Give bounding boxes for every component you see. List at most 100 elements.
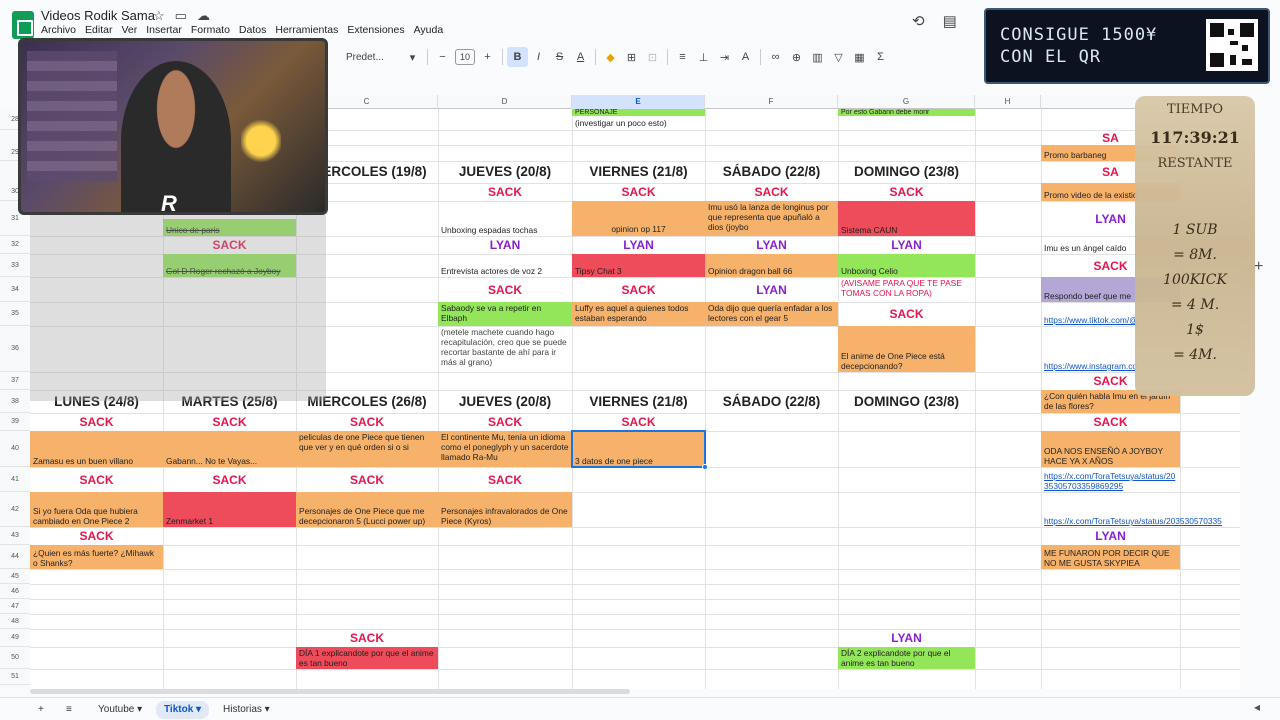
day-header-viernes-2[interactable]: VIERNES (21/8) bbox=[572, 390, 705, 413]
menu-insertar[interactable]: Insertar bbox=[146, 24, 182, 36]
cell-a40[interactable]: Zamasu es un buen villano bbox=[30, 431, 163, 467]
add-icon[interactable]: + bbox=[1254, 258, 1263, 276]
row-header[interactable]: 34 bbox=[0, 277, 30, 302]
cell-a41[interactable]: SACK bbox=[30, 467, 163, 492]
filter-views-icon[interactable]: ▦ bbox=[849, 47, 870, 67]
row-header[interactable]: 45 bbox=[0, 569, 30, 584]
day-header-jueves[interactable]: JUEVES (20/8) bbox=[438, 161, 572, 183]
cell-f30[interactable]: SACK bbox=[705, 183, 838, 201]
font-size-decrease-button[interactable]: − bbox=[432, 47, 453, 67]
cell-c39[interactable]: SACK bbox=[296, 413, 438, 431]
column-header-g[interactable]: G bbox=[838, 95, 975, 109]
cell-g28[interactable]: Por esto Gabann debe morir bbox=[838, 109, 975, 116]
all-sheets-button[interactable]: ≡ bbox=[58, 701, 80, 719]
row-header[interactable]: 35 bbox=[0, 302, 30, 326]
menu-datos[interactable]: Datos bbox=[239, 24, 266, 36]
strikethrough-icon[interactable]: S bbox=[549, 47, 570, 67]
cloud-icon[interactable]: ☁ bbox=[197, 8, 210, 24]
cell-d30[interactable]: SACK bbox=[438, 183, 572, 201]
add-sheet-button[interactable]: + bbox=[30, 701, 52, 719]
tab-historias[interactable]: Historias ▾ bbox=[215, 701, 278, 719]
row-header[interactable]: 38 bbox=[0, 390, 30, 413]
cell-c42[interactable]: Personajes de One Piece que me decepcion… bbox=[296, 492, 438, 527]
cell-i41-link[interactable]: https://x.com/ToraTetsuya/status/2035305… bbox=[1041, 467, 1180, 492]
fill-handle[interactable] bbox=[702, 464, 708, 470]
row-header[interactable]: 51 bbox=[0, 669, 30, 685]
explore-icon[interactable]: ◂ bbox=[1254, 700, 1260, 714]
insert-comment-icon[interactable]: ⊕ bbox=[786, 47, 807, 67]
cell-e31[interactable]: opinion op 117 bbox=[572, 201, 705, 236]
cell-e28-note[interactable]: (investigar un poco esto) bbox=[572, 117, 705, 130]
cell-d39[interactable]: SACK bbox=[438, 413, 572, 431]
cell-b41[interactable]: SACK bbox=[163, 467, 296, 492]
menu-archivo[interactable]: Archivo bbox=[41, 24, 76, 36]
cell-f31[interactable]: Imu usó la lanza de longinus por que rep… bbox=[705, 201, 838, 236]
cell-g33[interactable]: Unboxing Celio bbox=[838, 254, 975, 277]
history-icon[interactable]: ⟲ bbox=[912, 12, 925, 30]
link-icon[interactable]: ∞ bbox=[765, 47, 786, 67]
menu-extensiones[interactable]: Extensiones bbox=[347, 24, 404, 36]
chevron-down-icon[interactable]: ▾ bbox=[402, 47, 423, 67]
cell-i43[interactable]: LYAN bbox=[1041, 527, 1180, 545]
cell-d33[interactable]: Entrevista actores de voz 2 bbox=[438, 254, 572, 277]
row-header[interactable]: 46 bbox=[0, 584, 30, 599]
column-header-h[interactable]: H bbox=[975, 95, 1041, 109]
vertical-align-icon[interactable]: ⊥ bbox=[693, 47, 714, 67]
sheets-logo-icon[interactable] bbox=[12, 11, 34, 39]
insert-chart-icon[interactable]: ▥ bbox=[807, 47, 828, 67]
row-header[interactable]: 36 bbox=[0, 326, 30, 372]
functions-icon[interactable]: Σ bbox=[870, 47, 891, 67]
column-header-f[interactable]: F bbox=[705, 95, 838, 109]
bold-icon[interactable]: B bbox=[507, 47, 528, 67]
cell-g30[interactable]: SACK bbox=[838, 183, 975, 201]
cell-e35[interactable]: Luffy es aquel a quienes todos estaban e… bbox=[572, 302, 705, 326]
cell-d40[interactable]: El continente Mu, tenía un idioma como e… bbox=[438, 431, 572, 467]
comment-icon[interactable]: ▤ bbox=[943, 12, 957, 30]
row-header[interactable]: 50 bbox=[0, 647, 30, 669]
cell-f33[interactable]: Opinion dragon ball 66 bbox=[705, 254, 838, 277]
cell-e34[interactable]: SACK bbox=[572, 277, 705, 302]
column-header-d[interactable]: D bbox=[438, 95, 572, 109]
cell-g36[interactable]: El anime de One Piece está decepcionando… bbox=[838, 326, 975, 372]
menu-ayuda[interactable]: Ayuda bbox=[414, 24, 444, 36]
cell-a39[interactable]: SACK bbox=[30, 413, 163, 431]
folder-icon[interactable]: ▭ bbox=[175, 8, 187, 24]
cell-d31[interactable]: Unboxing espadas tochas bbox=[438, 201, 572, 236]
font-family-select[interactable]: Predet... bbox=[346, 52, 402, 63]
cell-g49[interactable]: LYAN bbox=[838, 629, 975, 647]
day-header-sabado-2[interactable]: SÁBADO (22/8) bbox=[705, 390, 838, 413]
cell-a42[interactable]: Si yo fuera Oda que hubiera cambiado en … bbox=[30, 492, 163, 527]
menu-herramientas[interactable]: Herramientas bbox=[275, 24, 338, 36]
cell-d34[interactable]: SACK bbox=[438, 277, 572, 302]
cell-f32[interactable]: LYAN bbox=[705, 236, 838, 254]
cell-d35[interactable]: Sabaody se va a repetir en Elbaph bbox=[438, 302, 572, 326]
star-icon[interactable]: ☆ bbox=[153, 8, 165, 24]
fill-color-icon[interactable]: ◆ bbox=[600, 47, 621, 67]
cell-f35[interactable]: Oda dijo que quería enfadar a los lector… bbox=[705, 302, 838, 326]
cell-i42-link[interactable]: https://x.com/ToraTetsuya/status/2035305… bbox=[1041, 492, 1240, 527]
day-header-viernes[interactable]: VIERNES (21/8) bbox=[572, 161, 705, 183]
document-title[interactable]: Videos Rodik Sama bbox=[41, 8, 155, 23]
row-header[interactable]: 32 bbox=[0, 236, 30, 254]
cell-e32[interactable]: LYAN bbox=[572, 236, 705, 254]
cell-i40[interactable]: ODA NOS ENSEÑÓ A JOYBOY HACE YA X AÑOS bbox=[1041, 431, 1180, 467]
day-header-sabado[interactable]: SÁBADO (22/8) bbox=[705, 161, 838, 183]
horizontal-scrollbar[interactable] bbox=[30, 689, 630, 694]
cell-c40[interactable]: peliculas de one Piece que tienen que ve… bbox=[296, 431, 438, 467]
row-header[interactable]: 40 bbox=[0, 431, 30, 467]
cell-a44[interactable]: ¿Quien es más fuerte? ¿Mihawk o Shanks? bbox=[30, 545, 163, 569]
tab-youtube[interactable]: Youtube ▾ bbox=[90, 701, 150, 719]
cell-e33[interactable]: Tipsy Chat 3 bbox=[572, 254, 705, 277]
cell-f34[interactable]: LYAN bbox=[705, 277, 838, 302]
row-header[interactable]: 49 bbox=[0, 629, 30, 647]
cell-g50[interactable]: DÍA 2 explicandote por que el anime es t… bbox=[838, 647, 975, 669]
cell-c50[interactable]: DÍA 1 explicandote por que el anime es t… bbox=[296, 647, 438, 669]
cell-b42[interactable]: Zenmarket 1 bbox=[163, 492, 296, 527]
font-size-increase-button[interactable]: + bbox=[477, 47, 498, 67]
cell-d36[interactable]: (metele machete cuando hago recapitulaci… bbox=[438, 326, 572, 372]
cell-g31[interactable]: Sistema CAUN bbox=[838, 201, 975, 236]
row-header[interactable]: 48 bbox=[0, 614, 30, 629]
borders-icon[interactable]: ⊞ bbox=[621, 47, 642, 67]
row-header[interactable]: 33 bbox=[0, 254, 30, 277]
text-wrap-icon[interactable]: ⇥ bbox=[714, 47, 735, 67]
